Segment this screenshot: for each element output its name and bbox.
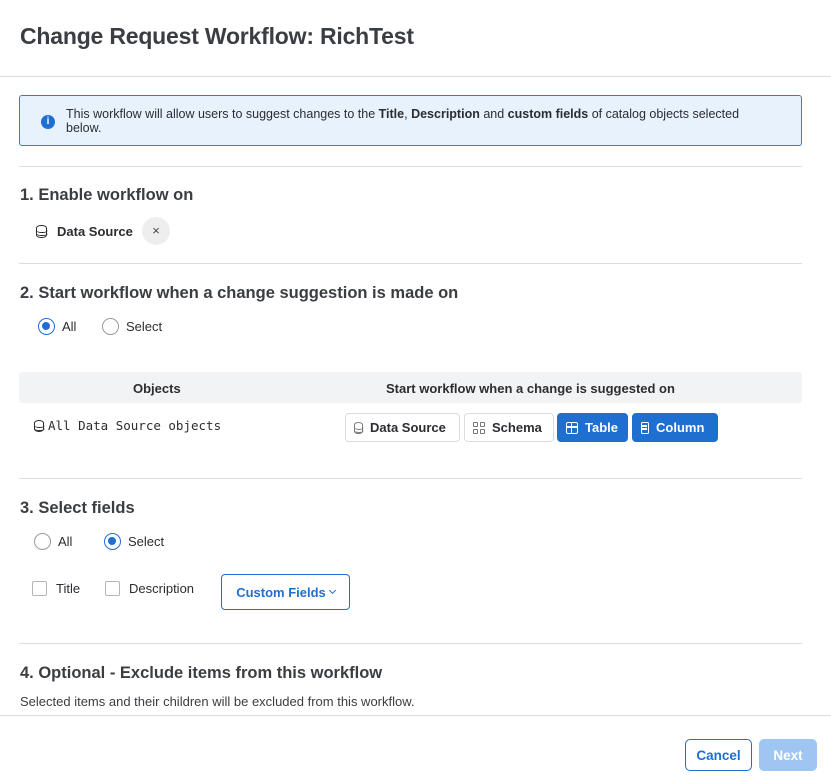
section-3-heading: 3. Select fields [20, 499, 135, 517]
section-divider [19, 643, 802, 644]
type-toggle-data-source[interactable]: Data Source [345, 413, 460, 442]
section-2-heading: 2. Start workflow when a change suggesti… [20, 284, 459, 302]
radio-circle[interactable] [104, 533, 121, 550]
data-source-chip: Data Source [35, 218, 133, 244]
type-label: Column [656, 420, 705, 435]
checkbox-box[interactable] [105, 581, 120, 596]
info-banner: i This workflow will allow users to sugg… [19, 95, 802, 146]
radio-label: Select [126, 319, 163, 334]
column-header-start-workflow: Start workflow when a change is suggeste… [386, 381, 675, 396]
column-icon [641, 421, 649, 434]
custom-fields-dropdown[interactable]: Custom Fields [221, 574, 350, 610]
fields-radio-all[interactable]: All [34, 533, 72, 550]
exclude-description: Selected items and their children will b… [20, 694, 415, 709]
radio-select[interactable]: Select [102, 318, 162, 335]
radio-label: Select [128, 534, 165, 549]
type-toggle-column[interactable]: Column [632, 413, 718, 442]
radio-label: All [58, 534, 73, 549]
section-divider [19, 166, 802, 167]
database-icon [33, 419, 45, 432]
table-icon [566, 421, 578, 434]
footer-divider [0, 715, 831, 716]
chevron-down-icon [328, 586, 336, 595]
type-toggle-table[interactable]: Table [557, 413, 628, 442]
info-icon: i [41, 115, 55, 129]
database-icon [353, 421, 364, 434]
column-header-objects: Objects [133, 381, 181, 396]
chip-label: Data Source [57, 223, 133, 239]
type-label: Table [585, 420, 618, 435]
fields-radio-select[interactable]: Select [104, 533, 164, 550]
type-label: Schema [492, 420, 542, 435]
checkbox-label: Description [129, 581, 195, 596]
checkbox-description[interactable]: Description [105, 581, 194, 596]
section-1-heading: 1. Enable workflow on [20, 186, 194, 204]
radio-circle[interactable] [38, 318, 55, 335]
objects-table-header: Objects Start workflow when a change is … [19, 372, 802, 403]
checkbox-label: Title [56, 581, 81, 596]
next-button[interactable]: Next [759, 739, 817, 771]
radio-circle[interactable] [102, 318, 119, 335]
dialog-title: Change Request Workflow: RichTest [20, 23, 414, 49]
objects-cell: All Data Source objects [33, 418, 222, 433]
title-divider [0, 76, 831, 77]
checkbox-title[interactable]: Title [32, 581, 80, 596]
radio-label: All [62, 319, 77, 334]
checkbox-box[interactable] [32, 581, 47, 596]
section-divider [19, 478, 802, 479]
objects-label: All Data Source objects [48, 418, 222, 433]
section-4-heading: 4. Optional - Exclude items from this wo… [20, 664, 383, 682]
database-icon [35, 224, 48, 238]
type-toggle-schema[interactable]: Schema [464, 413, 554, 442]
custom-fields-label: Custom Fields [236, 584, 326, 600]
info-text: This workflow will allow users to sugges… [66, 107, 740, 135]
section-divider [19, 263, 802, 264]
radio-circle[interactable] [34, 533, 51, 550]
remove-chip-button[interactable]: × [142, 217, 170, 245]
schema-icon [473, 421, 485, 434]
radio-all[interactable]: All [38, 318, 76, 335]
cancel-button[interactable]: Cancel [685, 739, 752, 771]
type-label: Data Source [370, 420, 446, 435]
